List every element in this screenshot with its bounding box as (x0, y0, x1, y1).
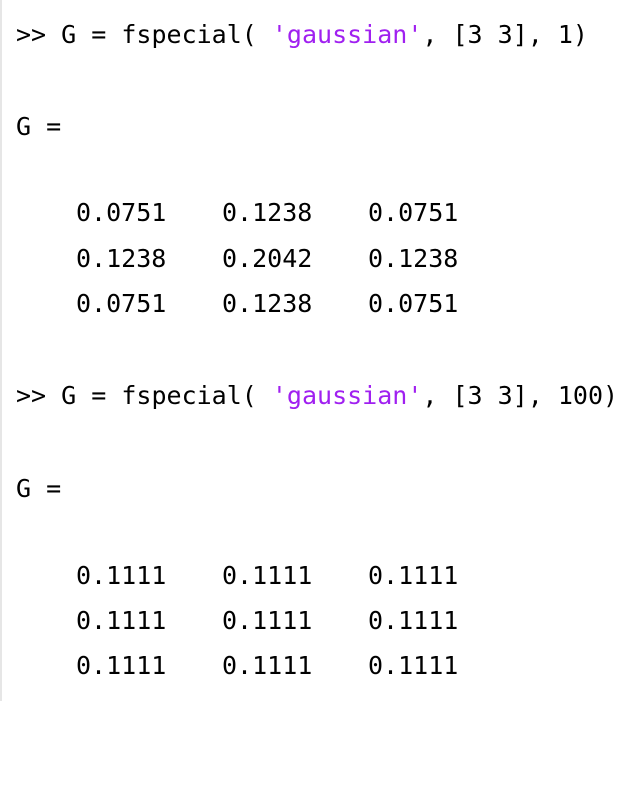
matrix-cell: 0.1238 (368, 244, 459, 273)
matrix-row: 0.1111 0.1111 0.1111 (76, 606, 458, 636)
prompt: >> (16, 381, 62, 410)
string-literal: 'gaussian' (271, 20, 423, 49)
matrix-row: 0.1238 0.2042 0.1238 (76, 244, 458, 274)
command-line: >> G = fspecial( 'gaussian', [3 3], 1) (16, 20, 588, 50)
left-border (0, 0, 2, 701)
matrix-cell: 0.0751 (368, 289, 459, 318)
matrix-cell: 0.1111 (368, 651, 459, 680)
output-header: G = (16, 112, 62, 141)
command-text: , [3 3], 1) (422, 20, 588, 49)
string-literal: 'gaussian' (271, 381, 423, 410)
command-text: , [3 3], 100) (422, 381, 619, 410)
matrix-cell: 0.1111 (76, 606, 167, 635)
command-text: G = fspecial( (61, 381, 272, 410)
matrix-cell: 0.1111 (76, 561, 167, 590)
matrix-row: 0.1111 0.1111 0.1111 (76, 561, 458, 591)
matrix-cell: 0.1111 (368, 561, 459, 590)
matrix-cell: 0.1111 (76, 651, 167, 680)
prompt: >> (16, 20, 62, 49)
command-text: G = fspecial( (61, 20, 272, 49)
output-header: G = (16, 474, 62, 503)
command-window[interactable]: >> G = fspecial( 'gaussian', [3 3], 1) G… (16, 0, 626, 701)
command-line: >> G = fspecial( 'gaussian', [3 3], 100) (16, 381, 618, 411)
matrix-cell: 0.0751 (76, 289, 167, 318)
matrix-cell: 0.0751 (368, 198, 459, 227)
matrix-cell: 0.2042 (222, 244, 313, 273)
matrix-cell: 0.1111 (368, 606, 459, 635)
matrix-cell: 0.1238 (222, 289, 313, 318)
matrix-cell: 0.0751 (76, 198, 167, 227)
matrix-cell: 0.1238 (222, 198, 313, 227)
matrix-cell: 0.1111 (222, 651, 313, 680)
matrix-row: 0.1111 0.1111 0.1111 (76, 651, 458, 681)
matrix-row: 0.0751 0.1238 0.0751 (76, 289, 458, 319)
matrix-cell: 0.1111 (222, 606, 313, 635)
matrix-row: 0.0751 0.1238 0.0751 (76, 198, 458, 228)
matrix-cell: 0.1111 (222, 561, 313, 590)
matrix-cell: 0.1238 (76, 244, 167, 273)
